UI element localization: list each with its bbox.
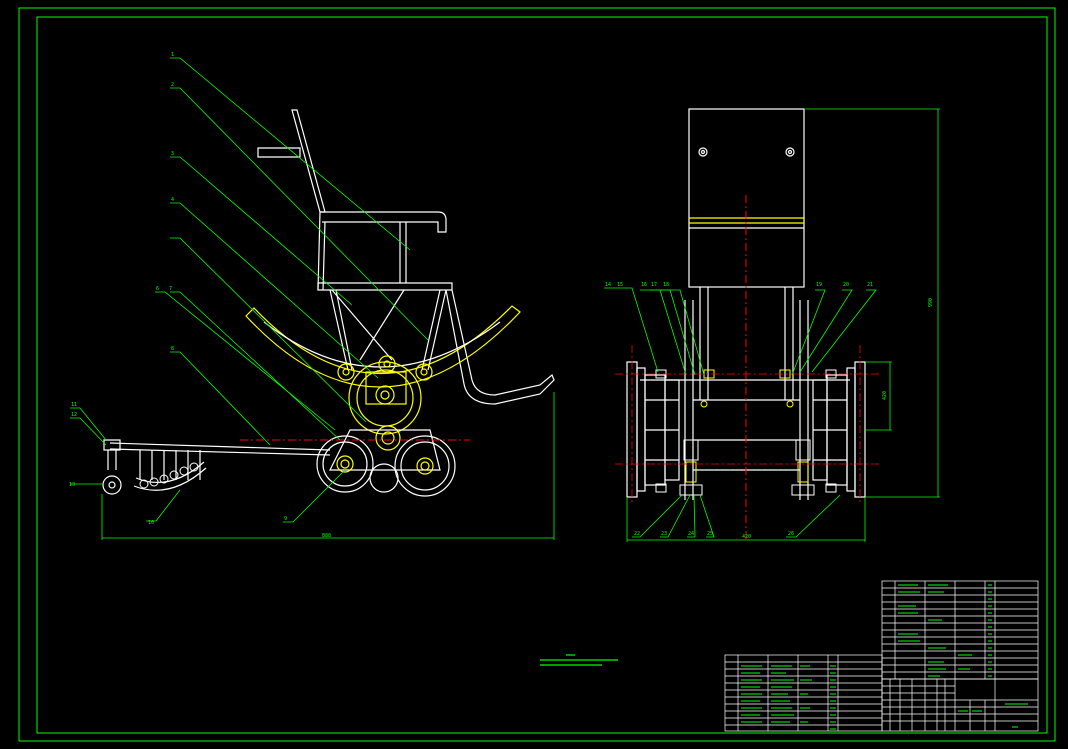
leader-14: 14 [605, 282, 611, 288]
leader-1: 1 [171, 52, 174, 58]
leader-3: 3 [171, 151, 174, 157]
leader-23: 23 [661, 531, 667, 537]
dim-wheel: 420 [882, 391, 888, 400]
leader-12: 12 [71, 412, 77, 418]
dim-overall-length: 888 [322, 533, 331, 539]
leader-20: 20 [843, 282, 849, 288]
leader-19: 19 [816, 282, 822, 288]
leader-26: 26 [788, 531, 794, 537]
dim-overall-width: 420 [742, 534, 751, 540]
leader-11: 11 [71, 402, 77, 408]
leader-6: 6 [156, 286, 159, 292]
leader-22: 22 [634, 531, 640, 537]
leader-2: 2 [171, 82, 174, 88]
leader-18: 18 [663, 282, 669, 288]
leader-10: 10 [148, 520, 154, 526]
leader-4: 4 [171, 197, 174, 203]
leader-7: 7 [169, 286, 172, 292]
cad-drawing-sheet: 1 2 3 4 6 7 8 9 11 12 13 10 888 14 15 16… [0, 0, 1068, 749]
leader-16: 16 [641, 282, 647, 288]
leader-8: 8 [171, 346, 174, 352]
leader-25: 25 [707, 531, 713, 537]
dim-overall-height: 990 [928, 298, 934, 307]
leader-21: 21 [867, 282, 873, 288]
leader-15: 15 [617, 282, 623, 288]
leader-24: 24 [688, 531, 694, 537]
leader-13: 13 [69, 482, 75, 488]
leader-17: 17 [651, 282, 657, 288]
leader-9: 9 [284, 516, 287, 522]
